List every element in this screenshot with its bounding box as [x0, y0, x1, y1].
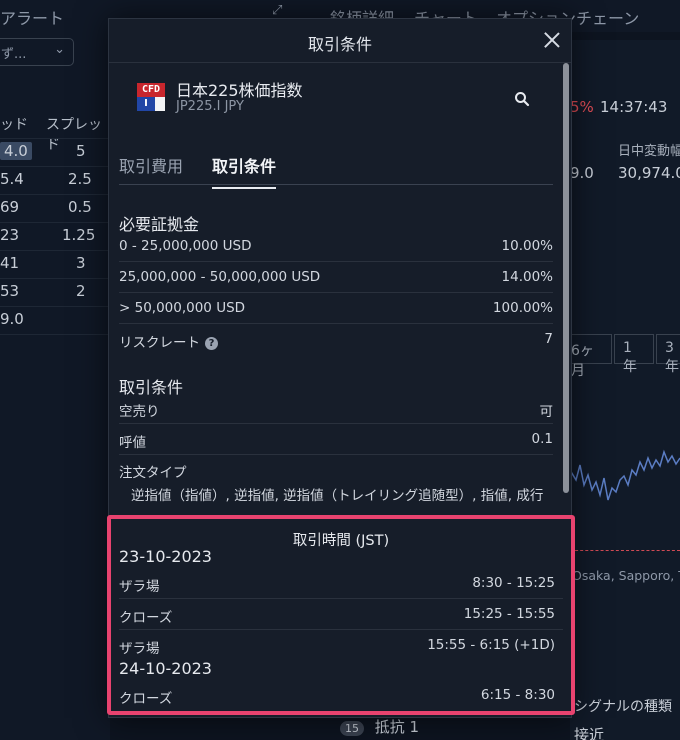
signal-count-badge: 15	[340, 721, 364, 736]
short-selling-row: 空売り 可	[119, 393, 553, 424]
exchange-list: Osaka, Sapporo, Tok	[572, 568, 680, 583]
session-label: クローズ	[119, 691, 173, 707]
order-type-label: 注文タイプ	[119, 465, 187, 481]
tab-trading-costs[interactable]: 取引費用	[119, 153, 183, 187]
session-label: クローズ	[119, 610, 173, 626]
help-icon[interactable]: ?	[205, 337, 218, 350]
condition-value: 可	[539, 404, 554, 420]
table-cell: 4.0	[0, 142, 32, 160]
instrument-detail-panel: 5% 14:37:43 日中変動幅 9.0 30,974.0 6ヶ月 1年 3年…	[562, 40, 680, 740]
period-1y-button[interactable]: 1年	[614, 334, 654, 375]
session-label: ザラ場	[119, 579, 160, 595]
table-cell: 9.0	[0, 310, 24, 328]
chevron-down-icon: ⌄	[54, 42, 65, 57]
signal-approach: 接近	[574, 726, 605, 740]
table-cell: 53	[0, 282, 20, 300]
session-time: 6:15 - 8:30	[480, 687, 555, 703]
table-cell: 5.4	[0, 170, 24, 188]
margin-tier-label: > 50,000,000 USD	[119, 300, 246, 316]
condition-label: 呼値	[119, 435, 146, 451]
table-cell: 1.25	[62, 226, 96, 244]
session-time: 15:25 - 15:55	[463, 606, 555, 622]
instrument-name: 日本225株価指数	[176, 81, 303, 100]
day-range-label: 日中変動幅	[618, 144, 680, 159]
scrollbar[interactable]	[563, 63, 569, 493]
order-type-value: 逆指値（指値）, 逆指値, 逆指値（トレイリング追随型）, 指値, 成行	[131, 488, 544, 504]
trading-conditions-dialog: 取引条件 CFD I 日本225株価指数 JP225.I JPY 取引費用 取引…	[107, 18, 575, 718]
session-time: 8:30 - 15:25	[472, 575, 555, 591]
table-cell: 69	[0, 198, 20, 216]
trading-date: 24-10-2023	[119, 659, 212, 678]
change-percent: 5%	[570, 98, 594, 116]
session-time: 15:55 - 6:15 (+1D)	[427, 637, 555, 653]
expand-icon[interactable]: ⤢	[272, 3, 282, 18]
risk-rate-value: 7	[544, 331, 553, 347]
dialog-tabs: 取引費用 取引条件	[119, 153, 553, 189]
search-icon[interactable]	[514, 91, 530, 107]
signal-type-header: シグナルの種類	[574, 699, 672, 715]
filter-select-value: ず...	[1, 47, 27, 62]
table-cell: 3	[76, 254, 86, 272]
filter-select[interactable]: ず... ⌄	[0, 38, 74, 66]
logo-index-text: I	[137, 97, 155, 111]
price-chart	[570, 449, 680, 501]
price-value: 9.0	[570, 164, 594, 182]
price-value: 30,974.0	[618, 164, 680, 182]
tick-size-row: 呼値 0.1	[119, 424, 553, 455]
session-row: クローズ 15:25 - 15:55	[119, 602, 563, 630]
period-3y-button[interactable]: 3年	[656, 334, 680, 375]
signal-row[interactable]: 15 抵抗 1	[340, 716, 419, 737]
condition-label: 空売り	[119, 404, 160, 420]
trading-hours-section: 取引時間 (JST) 23-10-2023 ザラ場 8:30 - 15:25 ク…	[107, 515, 575, 715]
session-row: クローズ 6:15 - 8:30	[119, 683, 563, 711]
alerts-panel-title: アラート	[0, 9, 65, 28]
signal-label: 抵抗 1	[374, 718, 420, 736]
margin-tier-label: 0 - 25,000,000 USD	[119, 238, 252, 254]
margin-tier-value: 100.00%	[492, 300, 553, 316]
column-header: ッド	[0, 117, 28, 133]
margin-tier-label: 25,000,000 - 50,000,000 USD	[119, 269, 321, 285]
trading-date: 23-10-2023	[119, 547, 212, 566]
table-cell: 2.5	[68, 170, 92, 188]
table-cell: 2	[76, 282, 86, 300]
session-row: ザラ場 15:55 - 6:15 (+1D)	[119, 633, 563, 661]
tab-trading-conditions[interactable]: 取引条件	[212, 153, 277, 189]
margin-tier-value: 10.00%	[501, 238, 553, 254]
margin-tier-value: 14.00%	[501, 269, 553, 285]
session-row: ザラ場 8:30 - 15:25	[119, 571, 563, 599]
margin-row: > 50,000,000 USD 100.00%	[119, 293, 553, 324]
order-type-row: 注文タイプ 逆指値（指値）, 逆指値, 逆指値（トレイリング追随型）, 指値, …	[119, 461, 553, 511]
dialog-title: 取引条件	[307, 35, 372, 54]
table-cell: 41	[0, 254, 20, 272]
expand-icon-holder	[110, 0, 320, 18]
condition-value: 0.1	[531, 431, 553, 447]
reference-line	[570, 550, 680, 551]
margin-row: 25,000,000 - 50,000,000 USD 14.00%	[119, 262, 553, 293]
session-label: ザラ場	[119, 641, 160, 657]
table-cell: 23	[0, 226, 20, 244]
cfd-logo: CFD I	[137, 83, 165, 111]
table-cell: 0.5	[68, 198, 92, 216]
alerts-panel: アラート ず... ⌄ ッド スプレッド 4.0 5 5.4 2.5 69 0.…	[0, 0, 282, 740]
instrument-code: JP225.I JPY	[176, 99, 244, 114]
risk-rate-row: リスクレート? 7	[119, 324, 553, 355]
risk-rate-label: リスクレート	[119, 335, 200, 351]
last-update-time: 14:37:43	[600, 98, 668, 116]
table-cell: 5	[76, 142, 86, 160]
close-icon[interactable]	[541, 29, 563, 51]
margin-row: 0 - 25,000,000 USD 10.00%	[119, 231, 553, 262]
logo-cfd-text: CFD	[137, 83, 165, 97]
